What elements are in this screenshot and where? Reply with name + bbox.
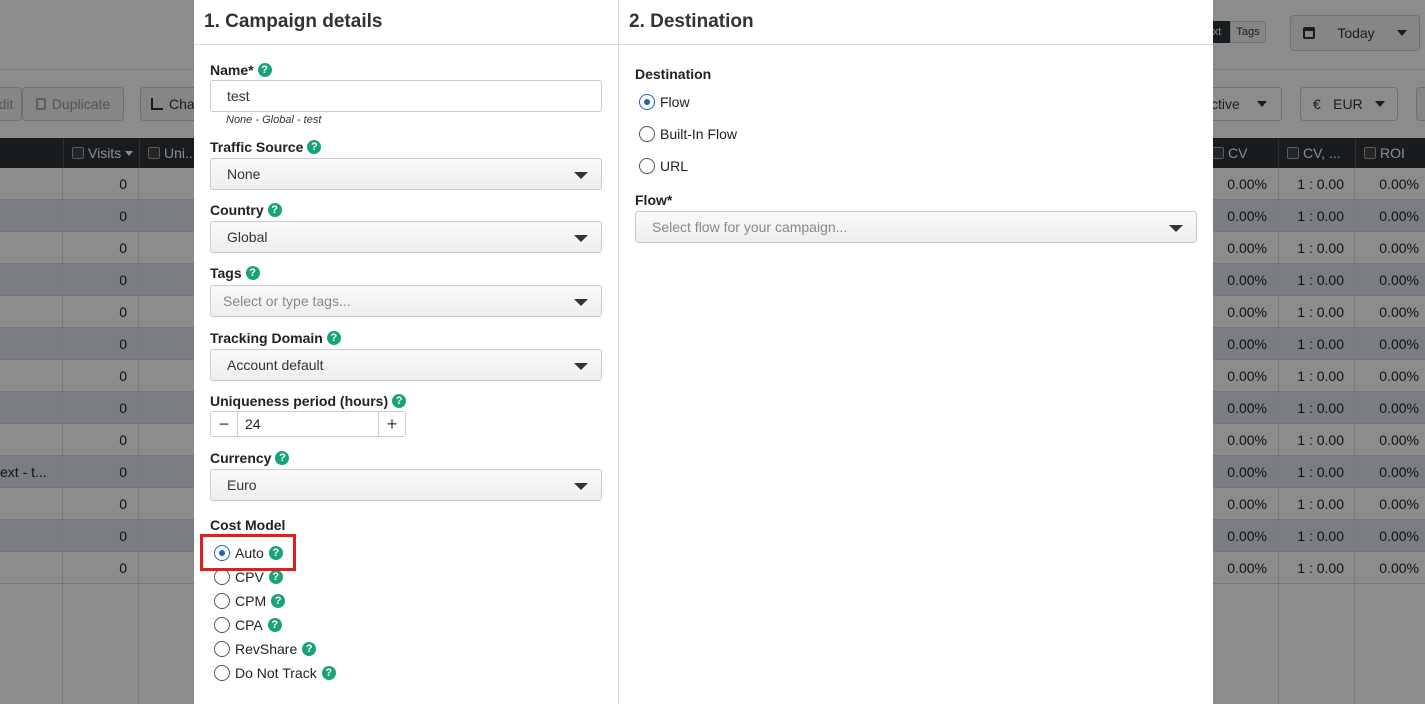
tags-label: Tags? [210, 265, 260, 281]
chevron-down-icon [574, 172, 588, 179]
help-icon[interactable]: ? [307, 140, 322, 154]
help-icon[interactable]: ? [268, 570, 283, 584]
help-icon[interactable]: ? [275, 451, 290, 465]
destination-title: 2. Destination [619, 0, 1213, 45]
name-input[interactable]: test [210, 80, 602, 112]
traffic-source-select[interactable]: None [210, 158, 602, 190]
cost-model-do-not-track[interactable]: Do Not Track? [214, 665, 336, 681]
cost-model-label: Cost Model [210, 517, 286, 533]
chevron-down-icon [1169, 225, 1183, 232]
cost-model-cpm[interactable]: CPM? [214, 593, 286, 609]
tags-select[interactable]: Select or type tags... [210, 285, 602, 317]
help-icon[interactable]: ? [321, 666, 336, 680]
chevron-down-icon [574, 483, 588, 490]
increment-button[interactable]: + [379, 412, 405, 436]
help-icon[interactable]: ? [267, 203, 282, 217]
radio-button[interactable] [639, 158, 655, 174]
currency-label: Currency? [210, 450, 290, 466]
help-icon[interactable]: ? [267, 618, 282, 632]
cost-model-revshare[interactable]: RevShare? [214, 641, 317, 657]
destination-label: Destination [635, 66, 712, 82]
chevron-down-icon [574, 299, 588, 306]
country-select[interactable]: Global [210, 221, 602, 253]
tracking-domain-select[interactable]: Account default [210, 349, 602, 381]
radio-button[interactable] [214, 641, 230, 657]
radio-button[interactable] [639, 94, 655, 110]
flow-label: Flow* [635, 192, 673, 208]
campaign-details-title: 1. Campaign details [194, 0, 618, 45]
cost-model-cpv[interactable]: CPV? [214, 569, 283, 585]
destination-panel: 2. Destination Destination Flow Built-In… [619, 0, 1213, 704]
campaign-name-preview: None - Global - test [226, 114, 322, 126]
help-icon[interactable]: ? [326, 331, 341, 345]
help-icon[interactable]: ? [392, 394, 407, 408]
destination-built-in-flow[interactable]: Built-In Flow [639, 126, 737, 142]
radio-button[interactable] [214, 569, 230, 585]
uniqueness-period-label: Uniqueness period (hours)? [210, 393, 407, 409]
flow-select[interactable]: Select flow for your campaign... [635, 211, 1197, 243]
currency-select[interactable]: Euro [210, 469, 602, 501]
radio-button[interactable] [214, 593, 230, 609]
radio-button[interactable] [214, 617, 230, 633]
radio-button[interactable] [639, 126, 655, 142]
help-icon[interactable]: ? [245, 266, 260, 280]
campaign-details-panel: 1. Campaign details Name*? test None - G… [194, 0, 619, 704]
help-icon[interactable]: ? [302, 642, 317, 656]
destination-url[interactable]: URL [639, 158, 688, 174]
cost-model-cpa[interactable]: CPA? [214, 617, 282, 633]
decrement-button[interactable]: − [211, 412, 237, 436]
destination-flow[interactable]: Flow [639, 94, 690, 110]
chevron-down-icon [574, 363, 588, 370]
country-label: Country? [210, 202, 282, 218]
new-campaign-modal: 1. Campaign details Name*? test None - G… [194, 0, 1213, 704]
help-icon[interactable]: ? [257, 63, 272, 77]
name-label: Name*? [210, 62, 272, 78]
radio-button[interactable] [214, 665, 230, 681]
tracking-domain-label: Tracking Domain? [210, 330, 341, 346]
traffic-source-label: Traffic Source? [210, 139, 322, 155]
uniqueness-period-stepper: − 24 + [210, 411, 406, 437]
highlight-box [200, 534, 296, 571]
chevron-down-icon [574, 235, 588, 242]
help-icon[interactable]: ? [271, 594, 286, 608]
uniqueness-period-input[interactable]: 24 [237, 412, 379, 436]
